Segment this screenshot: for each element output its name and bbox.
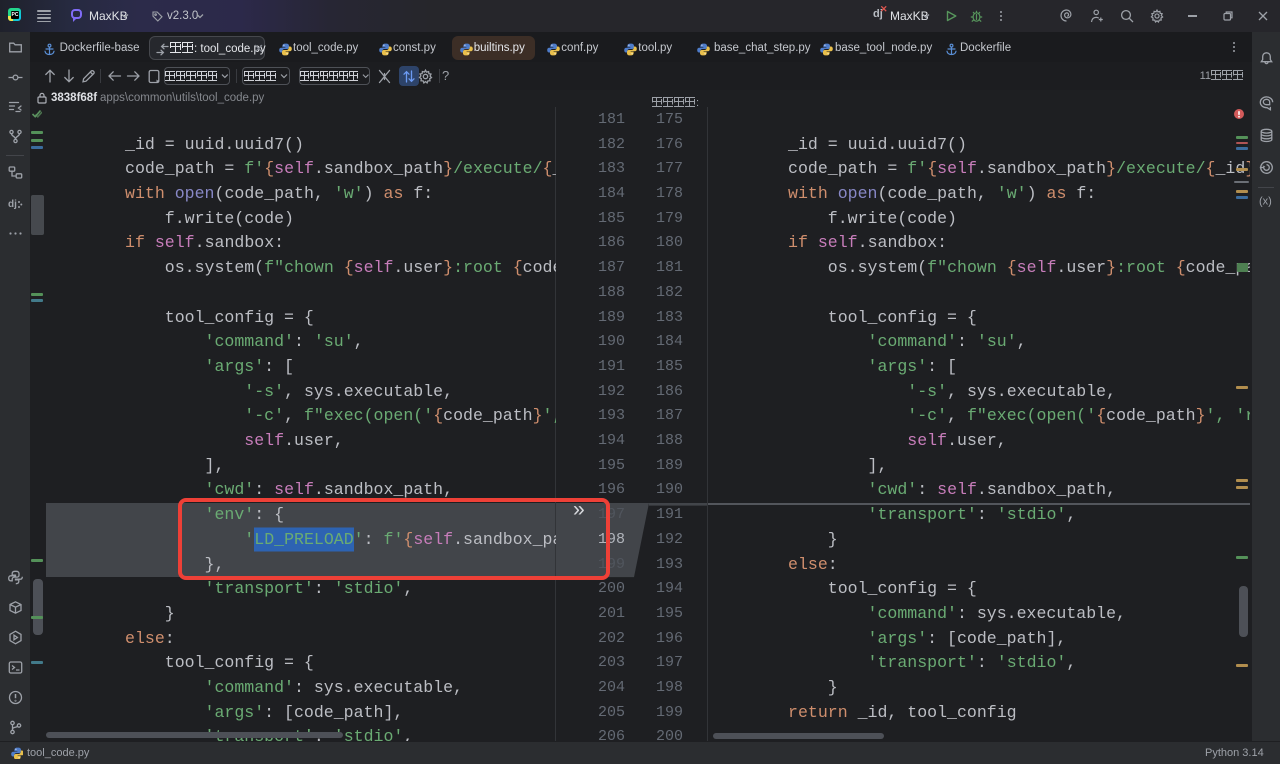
svg-text:(x): (x)	[1259, 196, 1272, 208]
svg-text:dj: dj	[8, 199, 17, 210]
